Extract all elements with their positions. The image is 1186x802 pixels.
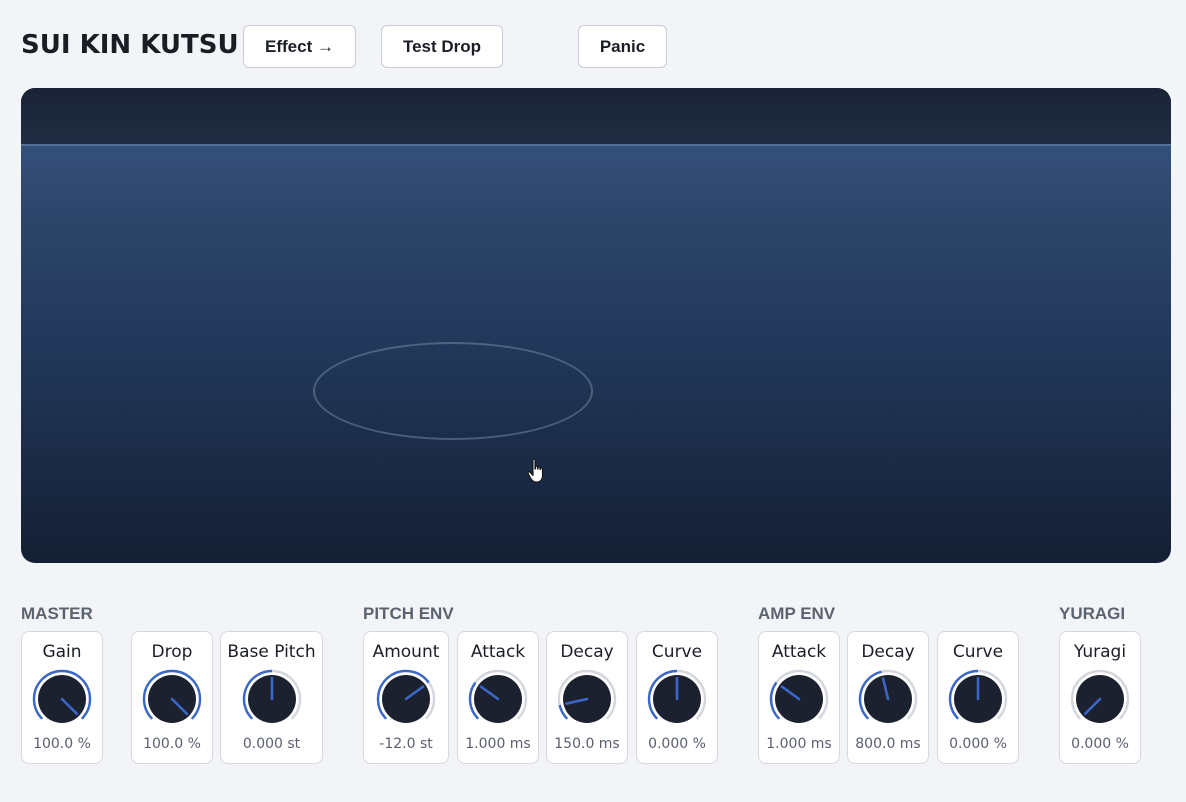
knob-value: 0.000 %	[949, 736, 1007, 752]
section-label-amp-env: AMP ENV	[758, 604, 836, 623]
knob-label: Curve	[952, 642, 1004, 662]
amp-decay-knob[interactable]	[857, 668, 919, 730]
knob-value: 1.000 ms	[766, 736, 832, 752]
knob-value: -12.0 st	[379, 736, 433, 752]
knob-label: Decay	[560, 642, 614, 662]
yuragi-knob[interactable]	[1069, 668, 1131, 730]
water-basin-canvas[interactable]	[21, 88, 1171, 563]
knob-value: 100.0 %	[33, 736, 91, 752]
knob-card-pitch-curve: Curve 0.000 %	[636, 631, 718, 764]
knob-card-amp-decay: Decay 800.0 ms	[847, 631, 929, 764]
knob-label: Attack	[771, 642, 827, 662]
section-label-yuragi: YURAGI	[1059, 604, 1126, 623]
pitch-attack-knob[interactable]	[467, 668, 529, 730]
water-surface-line	[21, 144, 1171, 146]
knob-card-pitch-decay: Decay 150.0 ms	[546, 631, 628, 764]
effect-button[interactable]: Effect →	[243, 25, 356, 68]
knob-value: 150.0 ms	[554, 736, 620, 752]
base-pitch-knob[interactable]	[241, 668, 303, 730]
knob-label: Gain	[42, 642, 82, 662]
amp-attack-knob[interactable]	[768, 668, 830, 730]
knob-value: 0.000 st	[242, 736, 301, 752]
knob-card-pitch-attack: Attack 1.000 ms	[457, 631, 539, 764]
knob-card-yuragi: Yuragi 0.000 %	[1059, 631, 1141, 764]
app-title: SUI KIN KUTSU	[21, 30, 239, 60]
amp-curve-knob[interactable]	[947, 668, 1009, 730]
knob-value: 0.000 %	[1071, 736, 1129, 752]
drop-knob[interactable]	[141, 668, 203, 730]
knob-card-gain: Gain 100.0 %	[21, 631, 103, 764]
knob-label: Amount	[372, 642, 440, 662]
knob-value: 1.000 ms	[465, 736, 531, 752]
test-drop-button[interactable]: Test Drop	[381, 25, 503, 68]
knob-label: Yuragi	[1073, 642, 1127, 662]
knob-label: Attack	[470, 642, 526, 662]
pitch-decay-knob[interactable]	[556, 668, 618, 730]
knob-value: 100.0 %	[143, 736, 201, 752]
section-label-master: MASTER	[21, 604, 93, 623]
header-bar: SUI KIN KUTSU Effect → Test Drop Panic	[0, 0, 1186, 88]
knob-value: 800.0 ms	[855, 736, 921, 752]
panic-button[interactable]: Panic	[578, 25, 667, 68]
knob-label: Base Pitch	[227, 642, 316, 662]
knob-card-pitch-amount: Amount -12.0 st	[363, 631, 449, 764]
section-label-pitch-env: PITCH ENV	[363, 604, 454, 623]
knob-label: Drop	[151, 642, 193, 662]
gain-knob[interactable]	[31, 668, 93, 730]
knob-label: Curve	[651, 642, 703, 662]
knob-card-amp-attack: Attack 1.000 ms	[758, 631, 840, 764]
knob-card-base-pitch: Base Pitch 0.000 st	[220, 631, 323, 764]
hand-pointer-icon	[527, 458, 544, 483]
knob-card-drop: Drop 100.0 %	[131, 631, 213, 764]
knob-label: Decay	[861, 642, 915, 662]
knob-value: 0.000 %	[648, 736, 706, 752]
knob-card-amp-curve: Curve 0.000 %	[937, 631, 1019, 764]
pitch-amount-knob[interactable]	[375, 668, 437, 730]
ripple-ring	[313, 342, 593, 440]
basin-sky-area	[21, 88, 1171, 145]
pitch-curve-knob[interactable]	[646, 668, 708, 730]
